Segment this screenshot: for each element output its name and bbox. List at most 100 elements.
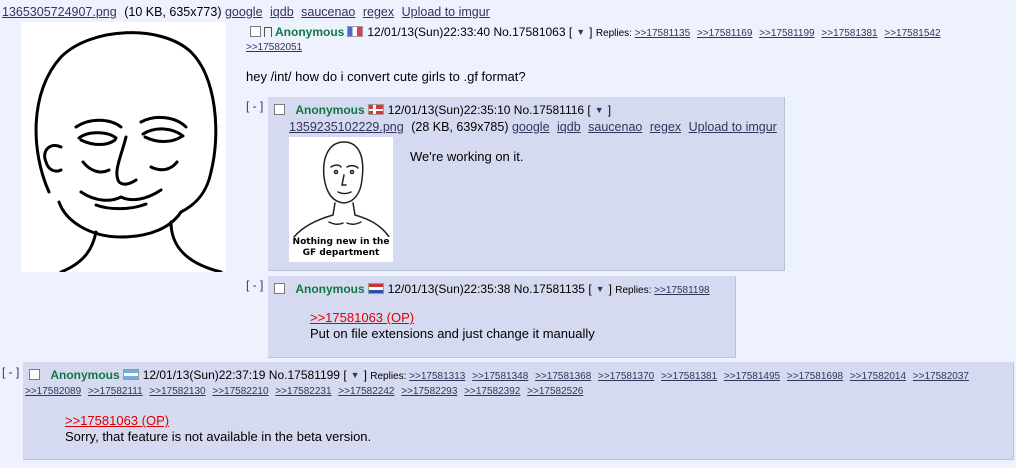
wojak-drawing (34, 31, 223, 274)
op-replies: Replies: >>17581135 >>17581169 >>1758119… (596, 28, 945, 39)
face-drawing (293, 141, 390, 238)
reply2-checkbox[interactable] (274, 283, 285, 294)
reply3-reply-link[interactable]: >>17582111 (88, 386, 143, 397)
reply2-menu-button[interactable]: ▼ (594, 284, 607, 295)
flag-icon (122, 369, 139, 380)
op-reply-link[interactable]: >>17581381 (821, 28, 877, 39)
reply3-reply-link[interactable]: >>17582210 (212, 386, 268, 397)
op-saucenao-link[interactable]: saucenao (301, 5, 355, 19)
reply3-reply-link[interactable]: >>17582130 (149, 386, 205, 397)
reply3-replies-overflow: >>17582089 >>17582111 >>17582130 >>17582… (25, 386, 587, 397)
reply2-post: Anonymous 12/01/13(Sun)22:35:38 No.175811… (268, 276, 736, 358)
reply2-datetime: 12/01/13(Sun)22:35:38 (387, 282, 511, 296)
op-datetime: 12/01/13(Sun)22:33:40 (367, 25, 491, 39)
reply1-google-link[interactable]: google (512, 120, 550, 134)
op-file-meta: (10 KB, 635x773) (124, 5, 222, 19)
reply1-iqdb-link[interactable]: iqdb (557, 120, 581, 134)
op-poster-name: Anonymous (275, 25, 345, 39)
reply3-menu-button[interactable]: ▼ (349, 370, 362, 381)
reply1-imgur-link[interactable]: Upload to imgur (689, 120, 777, 134)
reply3-reply-link[interactable]: >>17582242 (338, 386, 394, 397)
reply3-replies-label: Replies: (370, 371, 407, 382)
reply3-collapse-toggle[interactable]: [ - ] (2, 365, 19, 379)
reply2-poster-name: Anonymous (295, 282, 365, 296)
reply3-post-number[interactable]: No.17581199 (269, 368, 340, 382)
reply2-body: >>17581063 (OP) Put on file extensions a… (310, 310, 595, 342)
thumbnail-caption: Nothing new in the GF department (289, 237, 393, 259)
reply3-datetime: 12/01/13(Sun)22:37:19 (142, 368, 266, 382)
bookmark-icon[interactable] (264, 27, 272, 37)
reply3-reply-link[interactable]: >>17581313 (409, 371, 465, 382)
op-iqdb-link[interactable]: iqdb (270, 5, 294, 19)
reply2-message: Put on file extensions and just change i… (310, 326, 595, 341)
reply1-post: Anonymous 12/01/13(Sun)22:35:10 No.175811… (268, 97, 785, 271)
reply2-collapse-toggle[interactable]: [ - ] (246, 278, 263, 292)
reply3-reply-link[interactable]: >>17582089 (25, 386, 81, 397)
reply2-replies: Replies: >>17581198 (615, 285, 713, 296)
op-file-info: 1365305724907.png (10 KB, 635x773) googl… (2, 5, 494, 19)
reply1-menu-button[interactable]: ▼ (593, 105, 606, 116)
thumbnail-caption-line1: Nothing new in the (292, 237, 390, 247)
reply3-reply-link[interactable]: >>17582037 (913, 371, 969, 382)
reply2-reply-link[interactable]: >>17581198 (654, 285, 709, 296)
reply1-checkbox[interactable] (274, 104, 285, 115)
reply2-header: Anonymous 12/01/13(Sun)22:35:38 No.175811… (274, 282, 714, 296)
reply1-collapse-toggle[interactable]: [ - ] (246, 99, 263, 113)
flag-icon (367, 283, 384, 294)
reply1-poster-name: Anonymous (295, 103, 365, 117)
reply3-checkbox[interactable] (29, 369, 40, 380)
reply1-file-link[interactable]: 1359235102229.png (289, 120, 404, 134)
reply3-reply-link[interactable]: >>17582231 (275, 386, 331, 397)
reply3-reply-link[interactable]: >>17581368 (535, 371, 591, 382)
reply3-reply-link[interactable]: >>17581698 (787, 371, 843, 382)
op-message: hey /int/ how do i convert cute girls to… (246, 69, 526, 84)
reply3-replies: Replies: >>17581313 >>17581348 >>1758136… (370, 371, 973, 382)
reply1-header: Anonymous 12/01/13(Sun)22:35:10 No.175811… (274, 103, 611, 117)
op-google-link[interactable]: google (225, 5, 263, 19)
op-reply-link[interactable]: >>17581169 (697, 28, 752, 39)
op-replies-label: Replies: (595, 28, 632, 39)
reply3-message: Sorry, that feature is not available in … (65, 429, 372, 444)
reply1-message: We're working on it. (410, 149, 524, 164)
reply1-regex-link[interactable]: regex (650, 120, 681, 134)
op-menu-bracket: [ (568, 25, 573, 39)
op-thumbnail[interactable] (21, 22, 226, 274)
flag-icon (367, 104, 384, 115)
op-header: Anonymous 12/01/13(Sun)22:33:40 No.175810… (250, 24, 1010, 42)
reply1-datetime: 12/01/13(Sun)22:35:10 (387, 103, 511, 117)
reply3-reply-link[interactable]: >>17582392 (464, 386, 520, 397)
reply3-poster-name: Anonymous (50, 368, 120, 382)
reply1-file-meta: (28 KB, 639x785) (411, 120, 509, 134)
reply1-file-info: 1359235102229.png (28 KB, 639x785) googl… (289, 120, 781, 134)
op-menu-bracket-close: ] (589, 25, 593, 39)
reply3-reply-link[interactable]: >>17582293 (401, 386, 457, 397)
op-reply-link[interactable]: >>17582051 (246, 42, 302, 53)
op-post-number[interactable]: No.17581063 (493, 25, 565, 39)
op-reply-link[interactable]: >>17581199 (759, 28, 814, 39)
op-menu-button[interactable]: ▼ (574, 27, 587, 38)
reply3-body: >>17581063 (OP) Sorry, that feature is n… (65, 413, 371, 445)
reply1-saucenao-link[interactable]: saucenao (588, 120, 642, 134)
thumbnail-caption-line2: GF department (302, 248, 380, 258)
op-imgur-link[interactable]: Upload to imgur (402, 5, 490, 19)
reply3-reply-link[interactable]: >>17581370 (598, 371, 654, 382)
reply3-reply-link[interactable]: >>17581348 (472, 371, 528, 382)
op-file-link[interactable]: 1365305724907.png (2, 5, 117, 19)
reply2-post-number[interactable]: No.17581135 (514, 282, 585, 296)
op-reply-link[interactable]: >>17581542 (884, 28, 940, 39)
reply2-quote-link[interactable]: >>17581063 (OP) (310, 310, 595, 326)
reply1-thumbnail[interactable]: Nothing new in the GF department (289, 137, 393, 262)
op-regex-link[interactable]: regex (363, 5, 394, 19)
reply3-reply-link[interactable]: >>17582014 (850, 371, 906, 382)
reply3-post: Anonymous 12/01/13(Sun)22:37:19 No.175811… (23, 362, 1014, 460)
reply1-post-number[interactable]: No.17581116 (514, 103, 584, 117)
flag-icon (347, 26, 364, 37)
reply3-quote-link[interactable]: >>17581063 (OP) (65, 413, 371, 429)
reply3-reply-link[interactable]: >>17582526 (527, 386, 583, 397)
op-replies-overflow: >>17582051 (246, 42, 306, 53)
reply3-reply-link[interactable]: >>17581381 (661, 371, 717, 382)
op-reply-link[interactable]: >>17581135 (635, 28, 690, 39)
reply2-replies-label: Replies: (615, 285, 652, 296)
op-checkbox[interactable] (250, 26, 261, 37)
reply3-reply-link[interactable]: >>17581495 (724, 371, 780, 382)
